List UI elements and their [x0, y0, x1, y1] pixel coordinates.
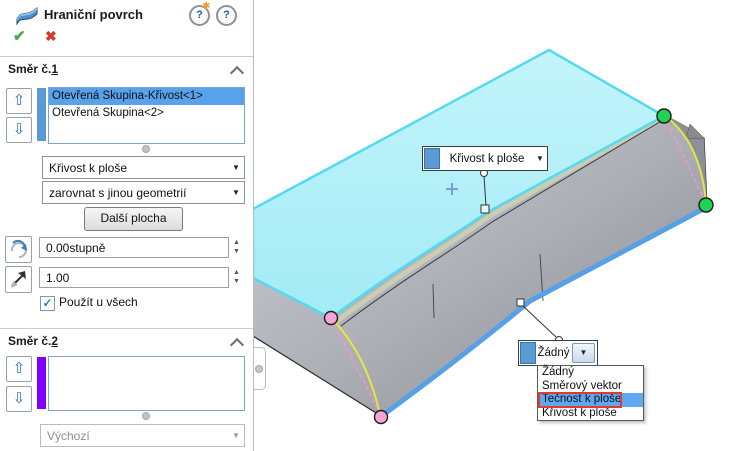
callout2-anchor-handle[interactable]	[516, 298, 525, 307]
tangency-dropdown-list[interactable]: Žádný Směrový vektor Tečnost k ploše Kři…	[537, 365, 644, 421]
connector-dot-pink-top[interactable]	[323, 310, 339, 326]
move-down-button[interactable]: ⇩	[6, 386, 32, 412]
divider	[0, 56, 253, 57]
divider	[0, 328, 253, 329]
connector-dot-green-top[interactable]	[656, 108, 672, 124]
surface-tangency-callout[interactable]: Křivost k ploše ▼	[422, 146, 548, 171]
select-value: Výchozí	[47, 428, 90, 443]
connector-dot-pink-bottom[interactable]	[373, 409, 389, 425]
callout2-leader-line	[522, 305, 557, 338]
direction2-section-header[interactable]: Směr č.2	[8, 334, 58, 348]
apply-to-all-checkbox[interactable]: ✓	[40, 296, 55, 311]
collapse-chevron-icon[interactable]	[229, 65, 245, 81]
move-up-button[interactable]: ⇧	[6, 88, 32, 114]
callout1-anchor-handle[interactable]	[480, 204, 490, 214]
chevron-down-icon[interactable]: ▼	[228, 188, 244, 197]
chevron-down-icon[interactable]: ▼	[228, 163, 244, 172]
chevron-down-icon[interactable]: ▼	[533, 154, 547, 163]
panel-title: Hraniční povrch	[44, 7, 143, 22]
next-face-button[interactable]: Další plocha	[84, 207, 183, 231]
property-manager-panel: Hraniční povrch ? ✱ ? ✔ ✖ Směr č.1 ⇧ ⇩ O…	[0, 0, 254, 451]
direction2-color-bar	[37, 357, 46, 409]
tangent-length-spinner[interactable]: ▲ ▼	[230, 267, 243, 288]
tangent-length-icon	[5, 266, 32, 293]
list-resize-handle[interactable]	[142, 145, 150, 153]
dropdown-option[interactable]: Křivost k ploše	[538, 407, 643, 421]
panel-splitter-handle[interactable]	[252, 347, 266, 390]
list-resize-handle[interactable]	[142, 412, 150, 420]
move-down-button[interactable]: ⇩	[6, 117, 32, 143]
tangent-length-input[interactable]: 1.00	[39, 267, 229, 288]
chevron-down-icon: ▼	[232, 431, 240, 440]
draft-angle-icon	[5, 236, 32, 263]
connector-dot-green-bottom[interactable]	[698, 197, 714, 213]
select-value: Křivost k ploše	[49, 160, 128, 175]
direction-arrow-head[interactable]	[685, 123, 706, 140]
solidworks-boundary-surface-screen: Křivost k ploše ▼ Žádný ▼ Žádný Směrový …	[0, 0, 750, 451]
select-value: zarovnat s jinou geometrií	[49, 185, 187, 200]
star-icon: ✱	[202, 1, 211, 12]
draft-angle-spinner[interactable]: ▲ ▼	[230, 237, 243, 258]
collapse-chevron-icon[interactable]	[229, 337, 245, 353]
direction1-curve-list[interactable]: Otevřená Skupina-Křivost<1> Otevřená Sku…	[48, 87, 245, 144]
callout-color-swatch[interactable]	[520, 342, 536, 364]
help-icon[interactable]: ?	[216, 5, 237, 26]
edge-tangency-callout[interactable]: Žádný ▼	[518, 340, 598, 366]
callout-color-swatch[interactable]	[424, 148, 440, 169]
boundary-surface-icon	[16, 6, 38, 25]
dropdown-option[interactable]: Žádný	[538, 366, 643, 380]
cancel-button[interactable]: ✖	[45, 28, 57, 45]
tangency-type-select[interactable]: Křivost k ploše ▼	[42, 156, 245, 179]
ok-button[interactable]: ✔	[13, 27, 26, 45]
list-item-selected[interactable]: Otevřená Skupina-Křivost<1>	[49, 88, 244, 105]
draft-angle-input[interactable]: 0.00stupně	[39, 237, 229, 258]
dropdown-open-button[interactable]: ▼	[572, 343, 595, 363]
list-item[interactable]: Otevřená Skupina<2>	[49, 105, 244, 122]
dropdown-option[interactable]: Směrový vektor	[538, 380, 643, 394]
callout-value: Křivost k ploše	[449, 152, 525, 165]
dropdown-option-highlighted[interactable]: Tečnost k ploše	[538, 393, 643, 407]
splitter-grip-icon	[255, 365, 263, 373]
direction1-color-bar	[37, 88, 46, 141]
apply-to-all-label: Použít u všech	[59, 295, 138, 309]
move-up-button[interactable]: ⇧	[6, 356, 32, 382]
curves-influence-select-disabled: Výchozí ▼	[40, 424, 245, 447]
direction2-curve-list[interactable]	[48, 356, 245, 411]
callout-value: Žádný	[537, 347, 570, 359]
direction1-section-header[interactable]: Směr č.1	[8, 62, 58, 76]
alignment-select[interactable]: zarovnat s jinou geometrií ▼	[42, 181, 245, 204]
